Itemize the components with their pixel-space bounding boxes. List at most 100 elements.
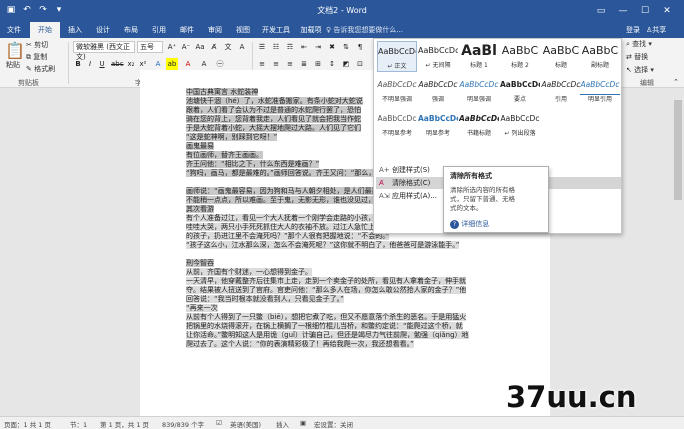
macro-icon[interactable]: ▣	[300, 419, 306, 427]
bullets-icon[interactable]: ☰	[256, 41, 268, 53]
increase-indent-icon[interactable]: ⇥	[312, 41, 324, 53]
tab-addins[interactable]: 加载项	[296, 22, 326, 38]
grow-font-icon[interactable]: A⁺	[166, 41, 178, 53]
tab-design[interactable]: 设计	[90, 22, 116, 38]
site-watermark: 37uu.cn	[506, 380, 637, 414]
style-subtitle[interactable]: AaBbC 副标题	[580, 41, 620, 72]
doc-line: 一天清早，他穿戴整齐后往集市上走，走到一个卖金子的处所，看见有人拿着金子，伸手就	[186, 277, 466, 285]
status-language[interactable]: 英语(美国)	[230, 419, 261, 429]
shrink-font-icon[interactable]: A⁻	[180, 41, 192, 53]
change-case-icon[interactable]: Aa	[194, 41, 206, 53]
style-intense-emphasis[interactable]: AaBbCcDc 明显强调	[459, 75, 499, 106]
align-right-icon[interactable]: ≡	[284, 58, 296, 70]
doc-line: 夺。结果被人扭送到了官府。官吏问他：“那么多人在场，你怎么敢公然抢人家的金子？”…	[186, 286, 467, 294]
italic-icon[interactable]: I	[85, 58, 95, 70]
line-spacing-icon[interactable]: ↕	[326, 58, 338, 70]
phonetic-icon[interactable]: 文	[222, 41, 234, 53]
cut-button[interactable]: ✂ 剪切	[26, 40, 48, 50]
underline-icon[interactable]: U	[97, 58, 107, 70]
distributed-icon[interactable]: ⊞	[312, 58, 324, 70]
style-quote[interactable]: AaBbCcDc 引用	[541, 75, 581, 106]
format-painter-button[interactable]: ✎ 格式刷	[26, 64, 55, 74]
style-book-title[interactable]: AaBbCcDc 书籍标题	[459, 109, 499, 140]
align-left-icon[interactable]: ≡	[256, 58, 268, 70]
style-no-spacing[interactable]: AaBbCcDc ↵ 无间隔	[418, 41, 458, 72]
status-section[interactable]: 节：1	[70, 419, 87, 429]
align-center-icon[interactable]: ≡	[270, 58, 282, 70]
style-heading-2[interactable]: AaBbC 标题 2	[500, 41, 540, 72]
tab-developer[interactable]: 开发工具	[258, 22, 294, 38]
shading-icon[interactable]: A	[198, 58, 210, 70]
replace-button[interactable]: ⇄ 替换	[626, 52, 648, 62]
style-subtle-emphasis[interactable]: AaBbCcDc 不明显强调	[377, 75, 417, 106]
tab-review[interactable]: 审阅	[202, 22, 228, 38]
proofing-icon[interactable]: ☑	[216, 419, 222, 427]
enclose-char-icon[interactable]: ㊀	[214, 58, 226, 70]
style-normal[interactable]: AaBbCcDc ↵ 正文	[377, 41, 417, 72]
show-marks-icon[interactable]: ¶	[354, 41, 366, 53]
word-window: ▣ ↶ ↷ ▾ 文档2 - Word ▭ — ☐ ✕ 文件 开始 插入 设计 布…	[0, 0, 684, 429]
font-name-combo[interactable]: 微软雅黑 (西文正文)	[73, 41, 135, 61]
font-color-icon[interactable]: A	[182, 58, 194, 70]
status-pagepos[interactable]: 第 1 页，共 1 页	[100, 419, 149, 429]
status-macro[interactable]: 宏设置：关闭	[314, 419, 353, 429]
collapse-ribbon-icon[interactable]: ⌃	[670, 76, 682, 88]
tell-me-box[interactable]: ♀ 告诉我您想要做什么...	[326, 24, 403, 36]
chinese-layout-icon[interactable]: ✖	[326, 41, 338, 53]
tab-home[interactable]: 开始	[30, 22, 60, 38]
border-icon[interactable]: ⊡	[354, 58, 366, 70]
tab-references[interactable]: 引用	[146, 22, 172, 38]
tab-mailings[interactable]: 邮件	[174, 22, 200, 38]
style-strong[interactable]: AaBbCcDc 要点	[500, 75, 540, 106]
status-insert[interactable]: 插入	[276, 419, 289, 429]
subscript-icon[interactable]: x₂	[126, 58, 136, 70]
multilevel-icon[interactable]: ☶	[284, 41, 296, 53]
sort-icon[interactable]: ⇅	[340, 41, 352, 53]
style-list-paragraph[interactable]: AaBbCcDc ↵ 列出段落	[500, 109, 540, 140]
more-info-link[interactable]: ? 详细信息	[450, 219, 489, 229]
style-title[interactable]: AaBbC 标题	[541, 41, 581, 72]
numbering-icon[interactable]: ☷	[270, 41, 282, 53]
copy-button[interactable]: ⧉ 复制	[26, 52, 47, 62]
maximize-icon[interactable]: ☐	[634, 0, 656, 22]
paste-button[interactable]: 粘贴	[6, 60, 20, 70]
text-effects-icon[interactable]: A	[152, 58, 164, 70]
paste-icon[interactable]: 📋	[5, 41, 25, 60]
doc-line: 的孩子，扔进江里不会淹死吗？”那个人很有把握地说：“不会的。”	[186, 232, 390, 240]
tab-view[interactable]: 视图	[230, 22, 256, 38]
close-icon[interactable]: ✕	[656, 0, 678, 22]
share-button[interactable]: ♙共享	[646, 24, 666, 36]
minimize-icon[interactable]: —	[612, 0, 634, 22]
style-intense-reference[interactable]: AaBbCcDc 明显参考	[418, 109, 458, 140]
clear-format-icon[interactable]: A̸	[208, 41, 220, 53]
decrease-indent-icon[interactable]: ⇤	[298, 41, 310, 53]
ribbon-tabs: 文件 开始 插入 设计 布局 引用 邮件 审阅 视图 开发工具 加载项 ♀ 告诉…	[0, 22, 684, 38]
bold-icon[interactable]: B	[73, 58, 83, 70]
style-emphasis[interactable]: AaBbCcDc 强调	[418, 75, 458, 106]
doc-line: 跟着，人们看了会认为不过是普通的水蛇爬行罢了，恐怕	[186, 106, 361, 114]
tab-layout[interactable]: 布局	[118, 22, 144, 38]
justify-icon[interactable]: ≣	[298, 58, 310, 70]
superscript-icon[interactable]: x²	[138, 58, 148, 70]
highlight-icon[interactable]: ab	[166, 58, 178, 70]
scroll-thumb[interactable]	[674, 100, 682, 200]
status-word-count[interactable]: 839/839 个字	[162, 419, 204, 429]
style-heading-1[interactable]: AaBl 标题 1	[459, 41, 499, 72]
ribbon-options-icon[interactable]: ▭	[590, 0, 612, 22]
select-button[interactable]: ↖ 选择 ▾	[626, 65, 654, 75]
style-intense-quote[interactable]: AaBbCcDc 明显引用	[580, 75, 620, 106]
fill-icon[interactable]: ◩	[340, 58, 352, 70]
status-page[interactable]: 页面：1 共 1 页	[4, 419, 51, 429]
tab-insert[interactable]: 插入	[62, 22, 88, 38]
login-link[interactable]: 登录	[626, 24, 640, 36]
font-size-combo[interactable]: 五号	[137, 41, 163, 53]
replace-icon: ⇄	[626, 53, 635, 61]
doc-line: 爬过去了。这个人说：“你的表演精彩极了！再给我爬一次，我还想看看。”	[186, 340, 414, 348]
tooltip-title: 清除所有格式	[450, 172, 492, 180]
tab-file[interactable]: 文件	[0, 22, 28, 38]
doc-line: 把锅里的水烧得滚开，在锅上横搁了一根细竹棍儿当桥，和鳖约定说：“能爬过这个桥，就	[186, 322, 463, 330]
strikethrough-icon[interactable]: abc	[111, 58, 124, 70]
char-border-icon[interactable]: A	[236, 41, 248, 53]
style-subtle-reference[interactable]: AaBbCcDc 不明显参考	[377, 109, 417, 140]
find-button[interactable]: ⌕ 查找 ▾	[626, 39, 652, 49]
